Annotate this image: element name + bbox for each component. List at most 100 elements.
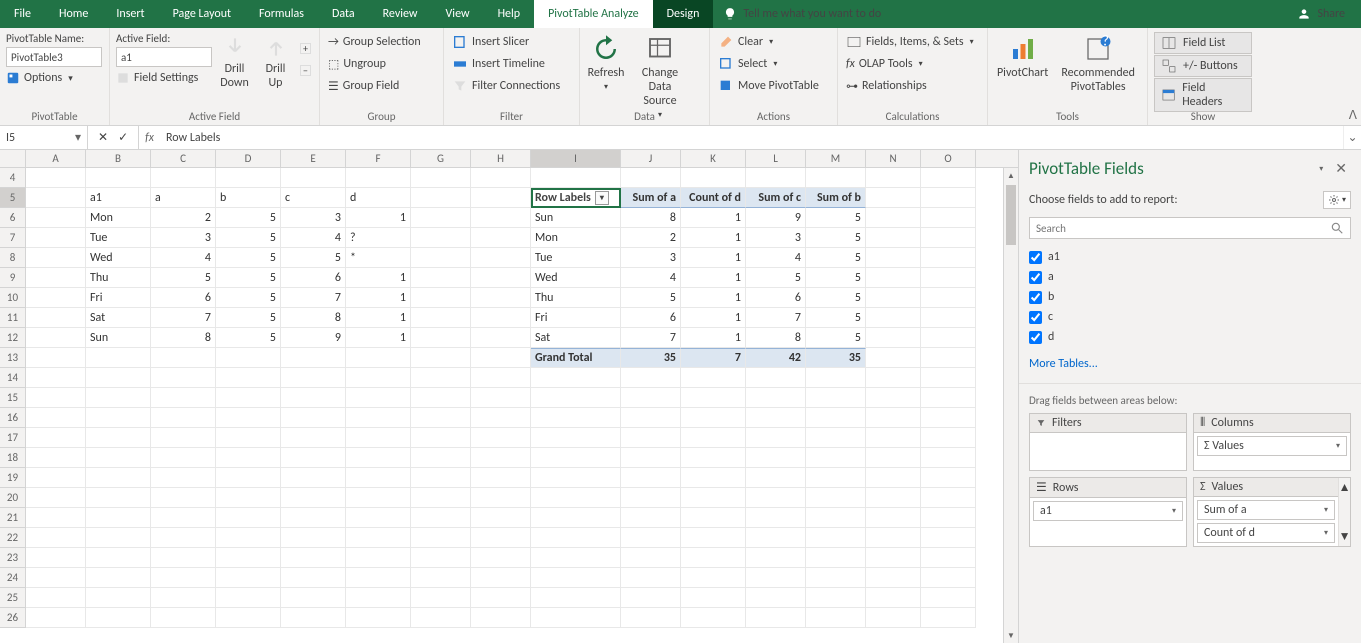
cell[interactable]: 1	[681, 308, 746, 328]
cell[interactable]	[26, 408, 86, 428]
cell[interactable]: 5	[806, 288, 866, 308]
cell[interactable]	[216, 408, 281, 428]
cell[interactable]	[621, 468, 681, 488]
insert-timeline-button[interactable]: Insert Timeline	[450, 54, 562, 74]
plus-minus-buttons-toggle[interactable]: +/- Buttons	[1154, 55, 1252, 77]
cell[interactable]	[621, 588, 681, 608]
tab-review[interactable]: Review	[369, 0, 432, 28]
cell[interactable]: 5	[621, 288, 681, 308]
row-header[interactable]: 4	[0, 168, 26, 188]
cell[interactable]	[866, 548, 921, 568]
cell[interactable]	[921, 248, 976, 268]
cell[interactable]	[621, 568, 681, 588]
scroll-up-button[interactable]: ▲	[1004, 168, 1018, 183]
cell[interactable]: 1	[346, 268, 411, 288]
cell[interactable]	[866, 388, 921, 408]
cell[interactable]: 7	[746, 308, 806, 328]
cell[interactable]	[216, 448, 281, 468]
row-header[interactable]: 12	[0, 328, 26, 348]
cell[interactable]	[531, 388, 621, 408]
cell[interactable]	[921, 328, 976, 348]
cell[interactable]: 1	[681, 328, 746, 348]
cell[interactable]: 8	[151, 328, 216, 348]
cell[interactable]	[26, 168, 86, 188]
cell[interactable]	[471, 208, 531, 228]
expand-field-button[interactable]: +	[298, 38, 313, 58]
pivotchart-button[interactable]: PivotChart	[994, 32, 1051, 82]
cell[interactable]	[531, 428, 621, 448]
worksheet[interactable]: ABCDEFGHIJKLMNO 45a1abcdRow Labels▾Sum o…	[0, 150, 1018, 643]
cell[interactable]	[411, 608, 471, 628]
cell[interactable]	[411, 288, 471, 308]
cell[interactable]: 5	[216, 328, 281, 348]
insert-slicer-button[interactable]: Insert Slicer	[450, 32, 562, 52]
field-checkbox[interactable]	[1029, 251, 1042, 264]
cell[interactable]	[471, 408, 531, 428]
column-header[interactable]: N	[866, 150, 921, 167]
row-header[interactable]: 13	[0, 348, 26, 368]
cell[interactable]	[866, 408, 921, 428]
row-header[interactable]: 10	[0, 288, 26, 308]
column-header[interactable]: B	[86, 150, 151, 167]
cell[interactable]	[921, 468, 976, 488]
cell[interactable]	[26, 528, 86, 548]
column-header[interactable]: A	[26, 150, 86, 167]
cell[interactable]	[746, 588, 806, 608]
column-header[interactable]: H	[471, 150, 531, 167]
cell[interactable]: 5	[806, 228, 866, 248]
cell[interactable]	[281, 508, 346, 528]
field-list-toggle[interactable]: Field List	[1154, 32, 1252, 54]
tab-insert[interactable]: Insert	[102, 0, 158, 28]
scroll-down-button[interactable]: ▼	[1004, 628, 1018, 643]
cell[interactable]: Tue	[531, 248, 621, 268]
cell[interactable]: 8	[746, 328, 806, 348]
cell[interactable]	[921, 428, 976, 448]
cell[interactable]	[151, 568, 216, 588]
options-button[interactable]: Options▾	[6, 69, 102, 87]
cell[interactable]	[471, 428, 531, 448]
cell[interactable]	[86, 348, 151, 368]
column-header[interactable]: E	[281, 150, 346, 167]
ungroup-button[interactable]: ⬚Ungroup	[326, 54, 423, 74]
row-header[interactable]: 22	[0, 528, 26, 548]
cell[interactable]	[681, 588, 746, 608]
cell[interactable]: 6	[281, 268, 346, 288]
cell[interactable]	[806, 368, 866, 388]
cell[interactable]	[86, 168, 151, 188]
cell[interactable]	[216, 548, 281, 568]
cell[interactable]	[921, 508, 976, 528]
cell[interactable]	[531, 488, 621, 508]
cell[interactable]	[681, 608, 746, 628]
cell[interactable]	[681, 548, 746, 568]
row-header[interactable]: 20	[0, 488, 26, 508]
cell[interactable]	[921, 568, 976, 588]
cell[interactable]	[281, 488, 346, 508]
column-header[interactable]: I	[531, 150, 621, 167]
cell[interactable]	[621, 448, 681, 468]
cell[interactable]	[531, 568, 621, 588]
cell[interactable]	[411, 488, 471, 508]
cell[interactable]	[471, 348, 531, 368]
cell[interactable]	[746, 548, 806, 568]
cell[interactable]: 5	[216, 308, 281, 328]
cell[interactable]	[866, 588, 921, 608]
cell[interactable]: 4	[151, 248, 216, 268]
cell[interactable]	[531, 548, 621, 568]
cell[interactable]	[346, 448, 411, 468]
name-box[interactable]: I5▾	[0, 126, 88, 149]
cell[interactable]	[921, 268, 976, 288]
recommended-pivottables-button[interactable]: ? Recommended PivotTables	[1055, 32, 1141, 96]
cell[interactable]: Sat	[86, 308, 151, 328]
cell[interactable]	[866, 568, 921, 588]
cell[interactable]	[806, 408, 866, 428]
cell[interactable]	[346, 488, 411, 508]
cell[interactable]: 1	[346, 328, 411, 348]
cell[interactable]	[866, 188, 921, 208]
cell[interactable]: 5	[806, 208, 866, 228]
cell[interactable]	[746, 608, 806, 628]
cell[interactable]	[681, 428, 746, 448]
values-area-item[interactable]: Sum of a▾	[1197, 500, 1335, 520]
cell[interactable]	[411, 368, 471, 388]
cell[interactable]	[921, 348, 976, 368]
expand-formula-bar-button[interactable]: ⌄	[1343, 126, 1361, 149]
